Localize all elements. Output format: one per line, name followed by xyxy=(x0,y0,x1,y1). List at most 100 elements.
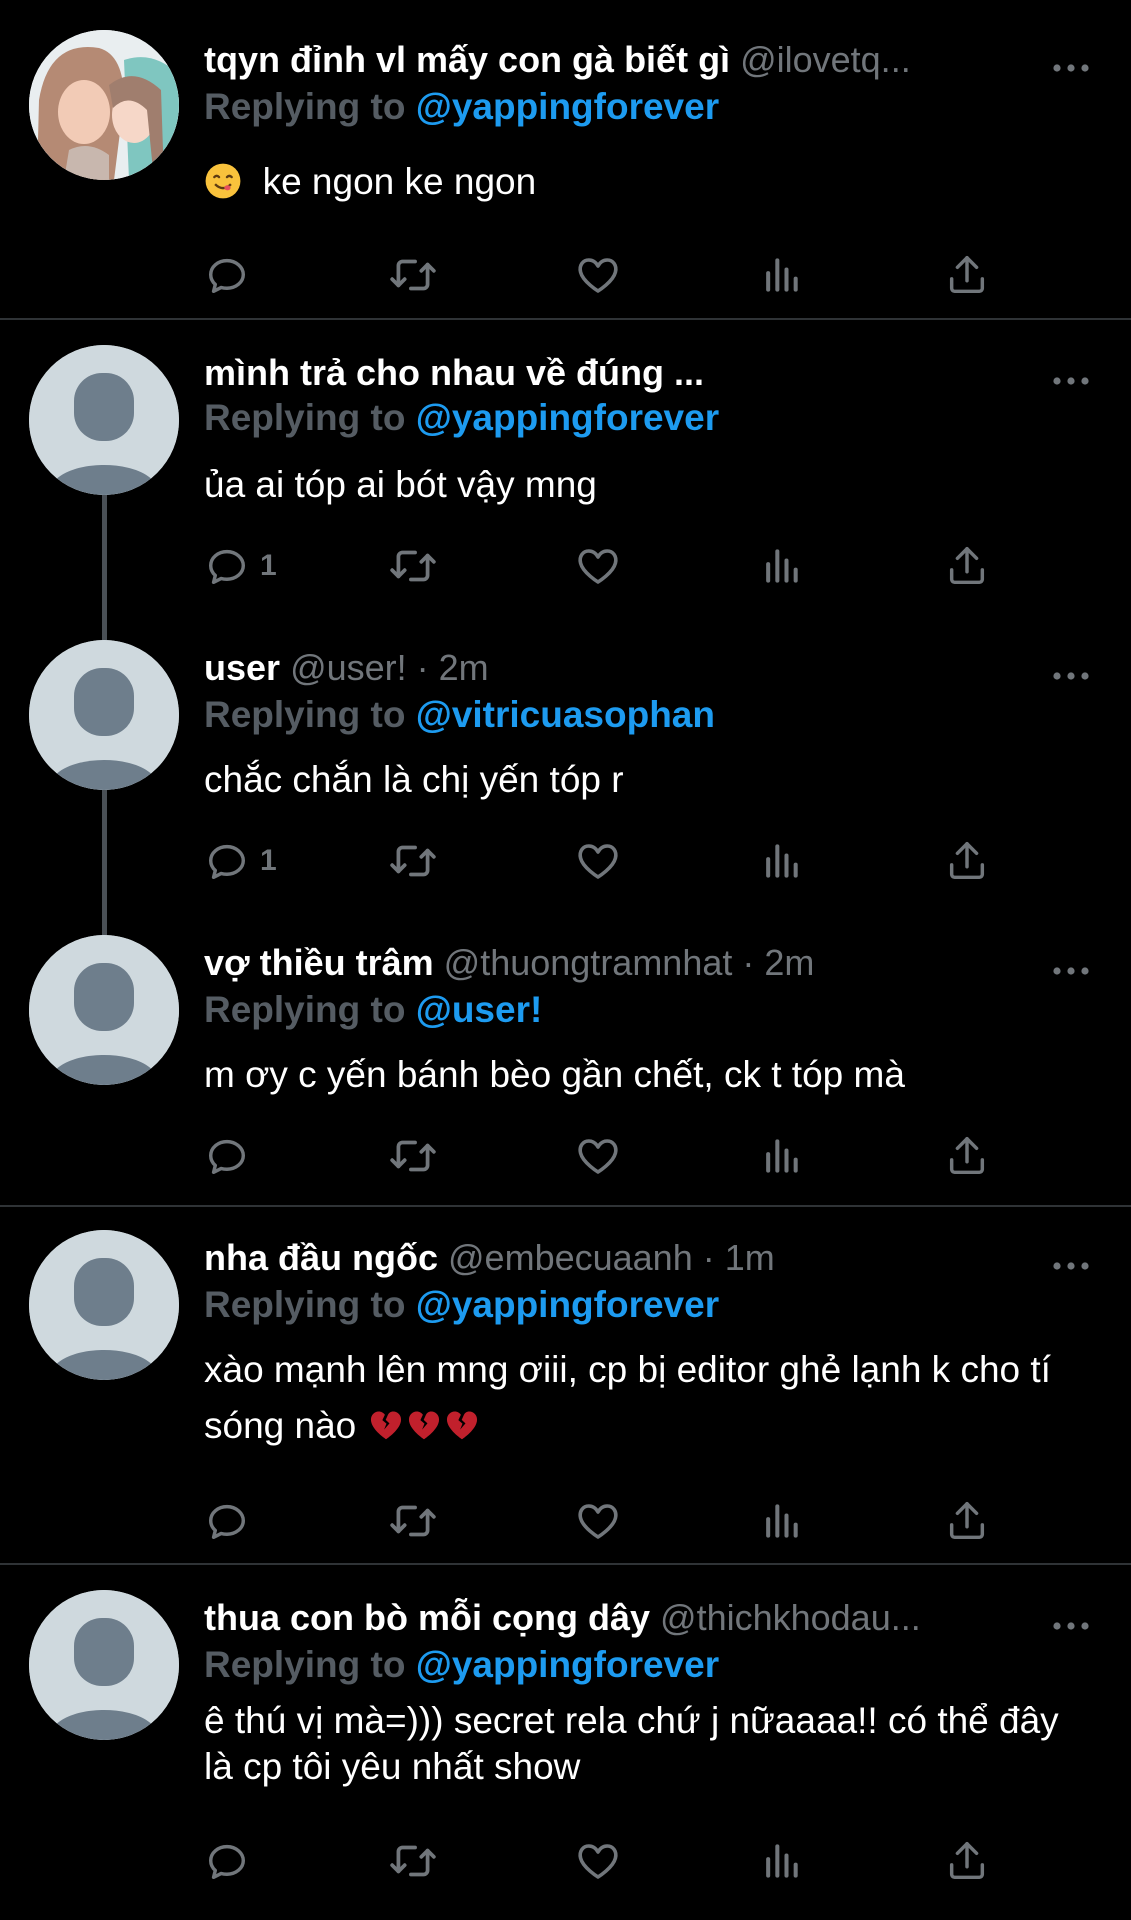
display-name[interactable]: nha đầu ngốc xyxy=(204,1237,438,1278)
share-button[interactable] xyxy=(944,1496,990,1546)
avatar[interactable] xyxy=(29,640,179,790)
retweet-button[interactable] xyxy=(388,250,438,300)
tweet-actions xyxy=(204,250,1004,300)
heart-icon xyxy=(574,251,622,299)
mention-link[interactable]: @yappingforever xyxy=(416,1644,719,1685)
mention-link[interactable]: @yappingforever xyxy=(416,1284,719,1325)
reply-button[interactable] xyxy=(204,1131,250,1181)
tweet-actions xyxy=(204,1836,1004,1886)
reply-button[interactable]: 1 xyxy=(204,541,277,591)
display-name[interactable]: thua con bò mỗi cọng dây xyxy=(204,1597,650,1638)
retweet-icon xyxy=(388,541,438,591)
replying-to: Replying to @yappingforever xyxy=(204,397,720,438)
retweet-icon xyxy=(388,836,438,886)
like-button[interactable] xyxy=(574,836,622,886)
more-icon[interactable] xyxy=(1051,1248,1091,1284)
views-button[interactable] xyxy=(759,250,803,300)
reply-icon xyxy=(204,838,250,884)
retweet-button[interactable] xyxy=(388,1496,438,1546)
views-icon xyxy=(759,544,803,588)
divider xyxy=(0,1563,1131,1565)
reply-icon xyxy=(204,1838,250,1884)
tweet[interactable]: thua con bò mỗi cọng dây @thichkhodau...… xyxy=(0,1590,1131,1920)
views-button[interactable] xyxy=(759,541,803,591)
user-handle[interactable]: @ilovetq... xyxy=(740,39,911,80)
user-handle[interactable]: @embecuaanh · 1m xyxy=(448,1237,775,1278)
like-button[interactable] xyxy=(574,250,622,300)
like-button[interactable] xyxy=(574,1496,622,1546)
tweet[interactable]: mình trả cho nhau về đúng ... Replying t… xyxy=(0,345,1131,595)
more-icon[interactable] xyxy=(1051,658,1091,694)
heart-icon xyxy=(574,542,622,590)
views-button[interactable] xyxy=(759,1496,803,1546)
retweet-button[interactable] xyxy=(388,836,438,886)
share-button[interactable] xyxy=(944,1836,990,1886)
reply-icon xyxy=(204,1498,250,1544)
user-handle[interactable]: @user! · 2m xyxy=(290,647,489,688)
share-icon xyxy=(944,543,990,589)
mention-link[interactable]: @user! xyxy=(416,989,543,1030)
retweet-button[interactable] xyxy=(388,541,438,591)
reply-icon xyxy=(204,543,250,589)
avatar[interactable] xyxy=(29,1590,179,1740)
replying-to: Replying to @yappingforever xyxy=(204,1284,720,1325)
like-button[interactable] xyxy=(574,541,622,591)
tweet-body: ủa ai tóp ai bót vậy mng xyxy=(204,464,597,505)
share-button[interactable] xyxy=(944,541,990,591)
reply-icon xyxy=(204,1133,250,1179)
reply-count: 1 xyxy=(260,844,277,877)
reply-button[interactable]: 1 xyxy=(204,836,277,886)
tweet[interactable]: user @user! · 2m Replying to @vitricuaso… xyxy=(0,640,1131,890)
reply-button[interactable] xyxy=(204,1496,250,1546)
mention-link[interactable]: @yappingforever xyxy=(416,397,719,438)
mention-link[interactable]: @yappingforever xyxy=(416,86,719,127)
more-icon[interactable] xyxy=(1051,363,1091,399)
share-button[interactable] xyxy=(944,250,990,300)
heart-icon xyxy=(574,1837,622,1885)
display-name[interactable]: mình trả cho nhau về đúng ... xyxy=(204,352,704,393)
tweet-body: xào mạnh lên mng ơiii, cp bị editor ghẻ … xyxy=(204,1349,1051,1446)
tweet-body: ke ngon ke ngon xyxy=(262,161,537,202)
avatar[interactable] xyxy=(29,935,179,1085)
like-button[interactable] xyxy=(574,1131,622,1181)
divider xyxy=(0,1205,1131,1207)
reply-button[interactable] xyxy=(204,1836,250,1886)
views-icon xyxy=(759,1839,803,1883)
replying-to: Replying to @yappingforever xyxy=(204,1644,720,1685)
display-name[interactable]: tqyn đỉnh vl mấy con gà biết gì xyxy=(204,39,730,80)
tweet-body: ê thú vị mà=))) secret rela chứ j nữaaaa… xyxy=(204,1700,1059,1787)
divider xyxy=(0,318,1131,320)
like-button[interactable] xyxy=(574,1836,622,1886)
display-name[interactable]: user xyxy=(204,647,280,688)
avatar[interactable] xyxy=(29,1230,179,1380)
views-button[interactable] xyxy=(759,1836,803,1886)
reply-button[interactable] xyxy=(204,250,250,300)
more-icon[interactable] xyxy=(1051,50,1091,86)
retweet-icon xyxy=(388,250,438,300)
display-name[interactable]: vợ thiều trâm xyxy=(204,942,434,983)
views-button[interactable] xyxy=(759,836,803,886)
share-button[interactable] xyxy=(944,836,990,886)
retweet-icon xyxy=(388,1131,438,1181)
tweet[interactable]: tqyn đỉnh vl mấy con gà biết gì @ilovetq… xyxy=(0,30,1131,320)
retweet-button[interactable] xyxy=(388,1131,438,1181)
more-icon[interactable] xyxy=(1051,1608,1091,1644)
tweet[interactable]: nha đầu ngốc @embecuaanh · 1m Replying t… xyxy=(0,1230,1131,1560)
share-button[interactable] xyxy=(944,1131,990,1181)
retweet-button[interactable] xyxy=(388,1836,438,1886)
views-icon xyxy=(759,1499,803,1543)
user-handle[interactable]: @thuongtramnhat · 2m xyxy=(444,942,815,983)
user-handle[interactable]: @thichkhodau... xyxy=(660,1597,921,1638)
replying-to: Replying to @user! xyxy=(204,989,543,1030)
tweet-actions: 1 xyxy=(204,541,1004,591)
tweet-body: m ơy c yến bánh bèo gần chết, ck t tóp m… xyxy=(204,1054,905,1095)
share-icon xyxy=(944,1498,990,1544)
tweet-actions xyxy=(204,1496,1004,1546)
mention-link[interactable]: @vitricuasophan xyxy=(416,694,715,735)
views-button[interactable] xyxy=(759,1131,803,1181)
avatar[interactable] xyxy=(29,345,179,495)
more-icon[interactable] xyxy=(1051,953,1091,989)
tweet-text: xào mạnh lên mng ơiii, cp bị editor ghẻ … xyxy=(204,1342,1091,1454)
tweet[interactable]: vợ thiều trâm @thuongtramnhat · 2m Reply… xyxy=(0,935,1131,1195)
avatar[interactable] xyxy=(29,30,179,180)
